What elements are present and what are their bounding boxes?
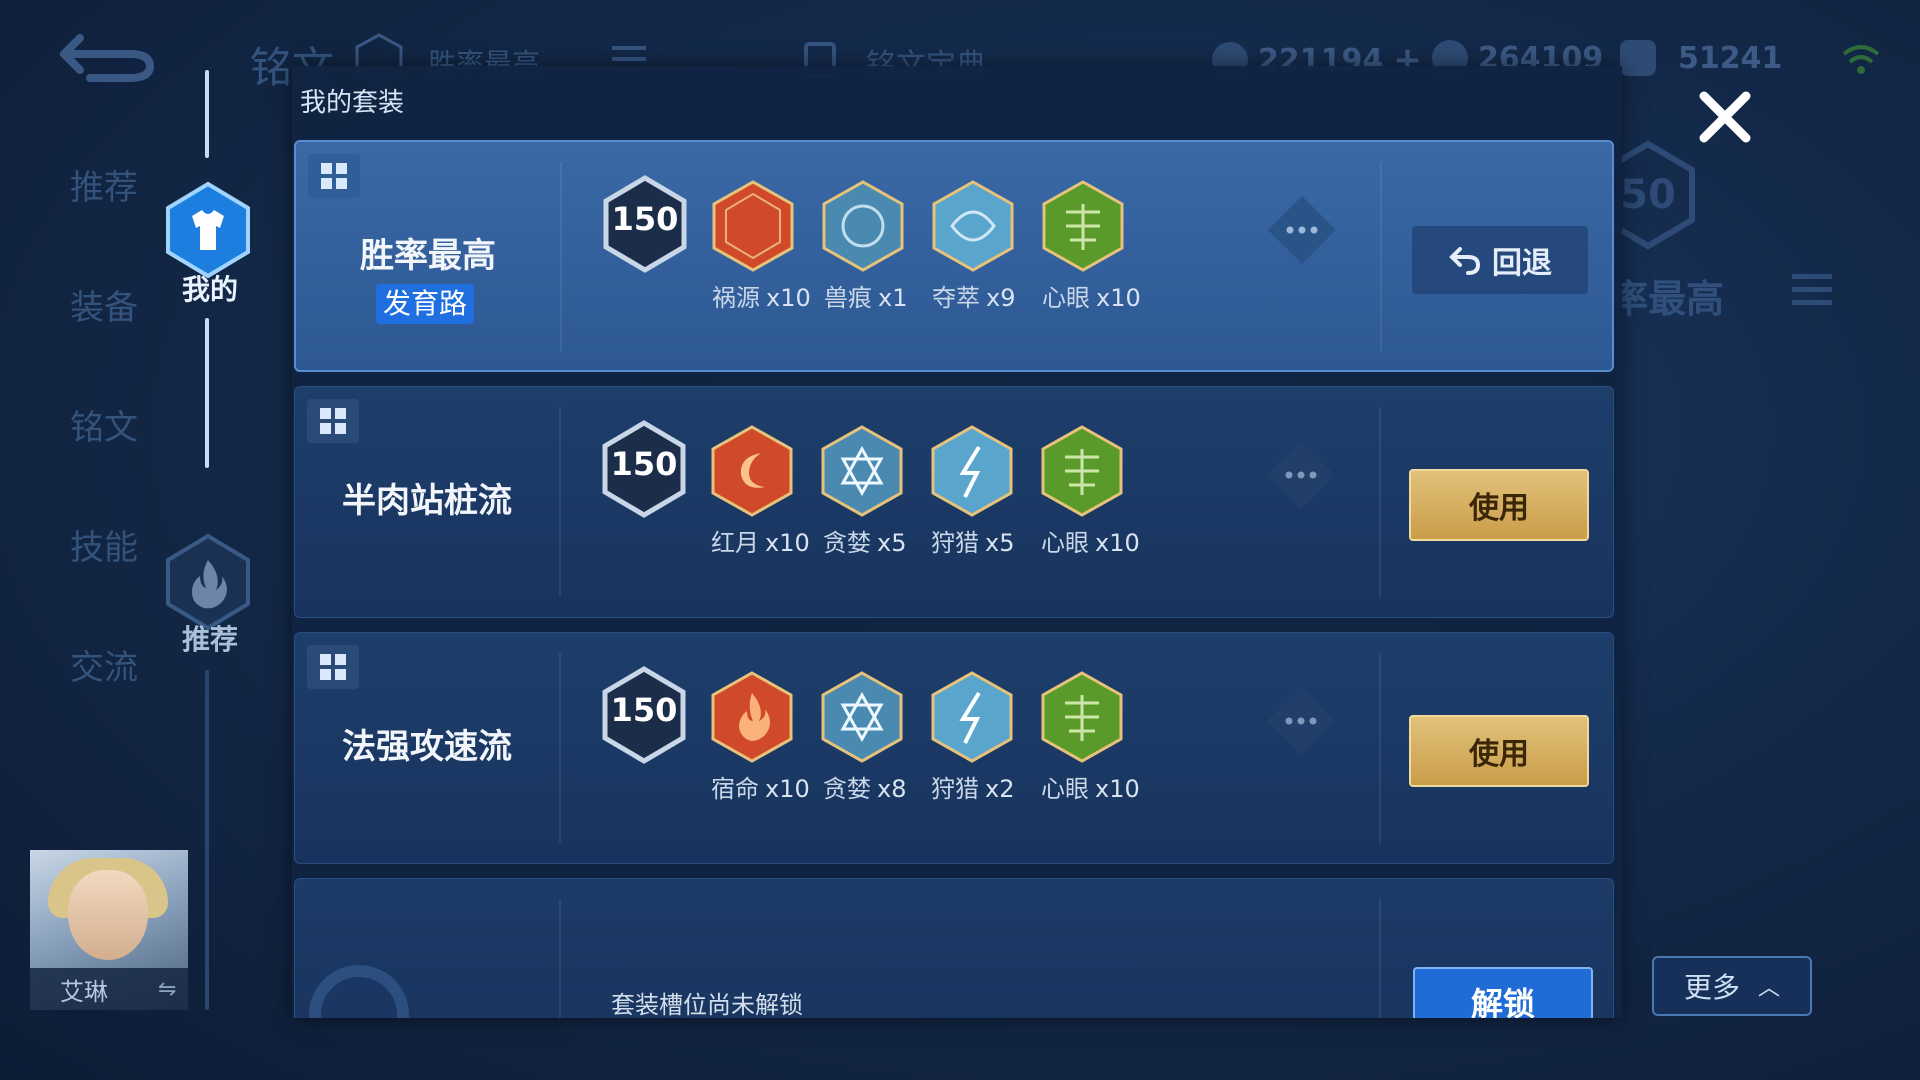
card-divider xyxy=(559,653,561,843)
gem-icon xyxy=(1620,40,1656,76)
recommend-flame-icon[interactable] xyxy=(162,532,254,632)
green-rune-icon[interactable] xyxy=(1039,669,1125,765)
my-sets-label[interactable]: 我的 xyxy=(170,268,250,308)
gem-resource: 51241 xyxy=(1620,40,1782,76)
nav-item-runes[interactable]: 铭文 xyxy=(70,400,138,449)
green-rune-icon[interactable] xyxy=(1039,423,1125,519)
lane-tag: 发育路 xyxy=(376,284,474,324)
nav-item-chat[interactable]: 交流 xyxy=(70,640,138,689)
use-button[interactable]: 使用 xyxy=(1409,715,1589,787)
card-divider xyxy=(1379,899,1381,1018)
rune-label: 红月 x10 xyxy=(711,529,810,557)
set-level: 150 xyxy=(611,200,679,238)
rune-label: 夺萃 x9 xyxy=(932,284,1016,312)
rune-label: 心眼 x10 xyxy=(1041,775,1140,803)
card-divider xyxy=(560,162,562,352)
set-name: 胜率最高 xyxy=(360,236,496,276)
card-divider xyxy=(559,407,561,597)
my-sets-icon[interactable] xyxy=(162,180,254,280)
back-arrow-icon[interactable] xyxy=(60,30,156,86)
gem-value: 51241 xyxy=(1678,40,1783,76)
list-icon-right[interactable] xyxy=(1792,272,1832,308)
close-icon[interactable] xyxy=(1696,88,1754,146)
set-name: 半肉站桩流 xyxy=(342,481,512,521)
red-rune-icon[interactable] xyxy=(709,669,795,765)
wifi-icon xyxy=(1842,45,1880,74)
rune-label: 贪婪 x8 xyxy=(823,775,907,803)
swap-icon[interactable]: ⇋ xyxy=(158,977,176,1002)
rune-label: 宿命 x10 xyxy=(711,775,810,803)
red-rune-icon[interactable] xyxy=(710,178,796,274)
red-rune-icon[interactable] xyxy=(709,423,795,519)
rune-label: 狩猎 x2 xyxy=(931,775,1015,803)
use-button[interactable]: 使用 xyxy=(1409,469,1589,541)
avatar-face xyxy=(68,870,148,960)
grid-icon xyxy=(307,645,359,689)
locked-message: 套装槽位尚未解锁 xyxy=(611,991,803,1018)
recommend-label[interactable]: 推荐 xyxy=(170,618,250,658)
revert-label: 回退 xyxy=(1492,246,1552,281)
rune-label: 心眼 x10 xyxy=(1041,529,1140,557)
background-set-name: 率最高 xyxy=(1610,277,1725,321)
undo-arrow-icon xyxy=(1449,247,1481,275)
revert-button[interactable]: 回退 xyxy=(1412,226,1588,294)
modal-title: 我的套装 xyxy=(300,88,405,118)
blue-rune-icon[interactable] xyxy=(930,178,1016,274)
card-divider xyxy=(559,899,561,1018)
blue-rune-icon[interactable] xyxy=(929,423,1015,519)
lock-ring-icon xyxy=(309,965,409,1018)
sidebar-line-mid xyxy=(205,318,209,468)
grid-icon xyxy=(308,154,360,198)
rune-label: 贪婪 x5 xyxy=(823,529,907,557)
green-rune-icon[interactable] xyxy=(1040,178,1126,274)
rune-label: 狩猎 x5 xyxy=(931,529,1015,557)
card-divider xyxy=(1379,407,1381,597)
blue-rune-icon[interactable] xyxy=(819,669,905,765)
chevron-up-icon: ︿ xyxy=(1758,976,1781,1001)
rune-label: 兽痕 x1 xyxy=(824,284,908,312)
set-card-1[interactable]: 胜率最高 发育路 150 祸源 x10 兽痕 x1 夺萃 x9 心眼 x10 回退 xyxy=(294,140,1614,372)
hero-name: 艾琳 xyxy=(60,977,108,1006)
set-card-2[interactable]: 半肉站桩流 150 红月 x10 贪婪 x5 狩猎 x5 心眼 x10 使用 xyxy=(294,386,1614,618)
set-level: 150 xyxy=(610,691,678,729)
more-options-icon[interactable] xyxy=(1263,437,1339,513)
sidebar-line-top xyxy=(205,70,209,158)
set-card-3[interactable]: 法强攻速流 150 宿命 x10 贪婪 x8 狩猎 x2 心眼 x10 使用 xyxy=(294,632,1614,864)
set-name: 法强攻速流 xyxy=(342,727,512,767)
card-divider xyxy=(1379,653,1381,843)
hero-name-bar[interactable]: 艾琳 ⇋ xyxy=(30,968,188,1010)
rune-label: 祸源 x10 xyxy=(712,284,811,312)
more-label: 更多 xyxy=(1683,971,1740,1004)
more-options-icon[interactable] xyxy=(1264,192,1340,268)
nav-item-skills[interactable]: 技能 xyxy=(70,520,138,569)
sidebar-line-bottom xyxy=(205,670,209,1010)
set-level: 150 xyxy=(610,445,678,483)
more-button[interactable]: 更多 ︿ xyxy=(1652,956,1812,1016)
level-badge-large-text: 50 xyxy=(1620,172,1676,218)
locked-set-slot: 套装槽位尚未解锁 解锁 xyxy=(294,878,1614,1018)
blue-rune-icon[interactable] xyxy=(819,423,905,519)
card-divider xyxy=(1380,162,1382,352)
more-options-icon[interactable] xyxy=(1263,683,1339,759)
unlock-button[interactable]: 解锁 xyxy=(1413,967,1593,1018)
blue-rune-icon[interactable] xyxy=(820,178,906,274)
rune-label: 心眼 x10 xyxy=(1042,284,1141,312)
grid-icon xyxy=(307,399,359,443)
blue-rune-icon[interactable] xyxy=(929,669,1015,765)
nav-item-equipment[interactable]: 装备 xyxy=(70,280,138,329)
nav-item-recommend[interactable]: 推荐 xyxy=(70,160,138,209)
